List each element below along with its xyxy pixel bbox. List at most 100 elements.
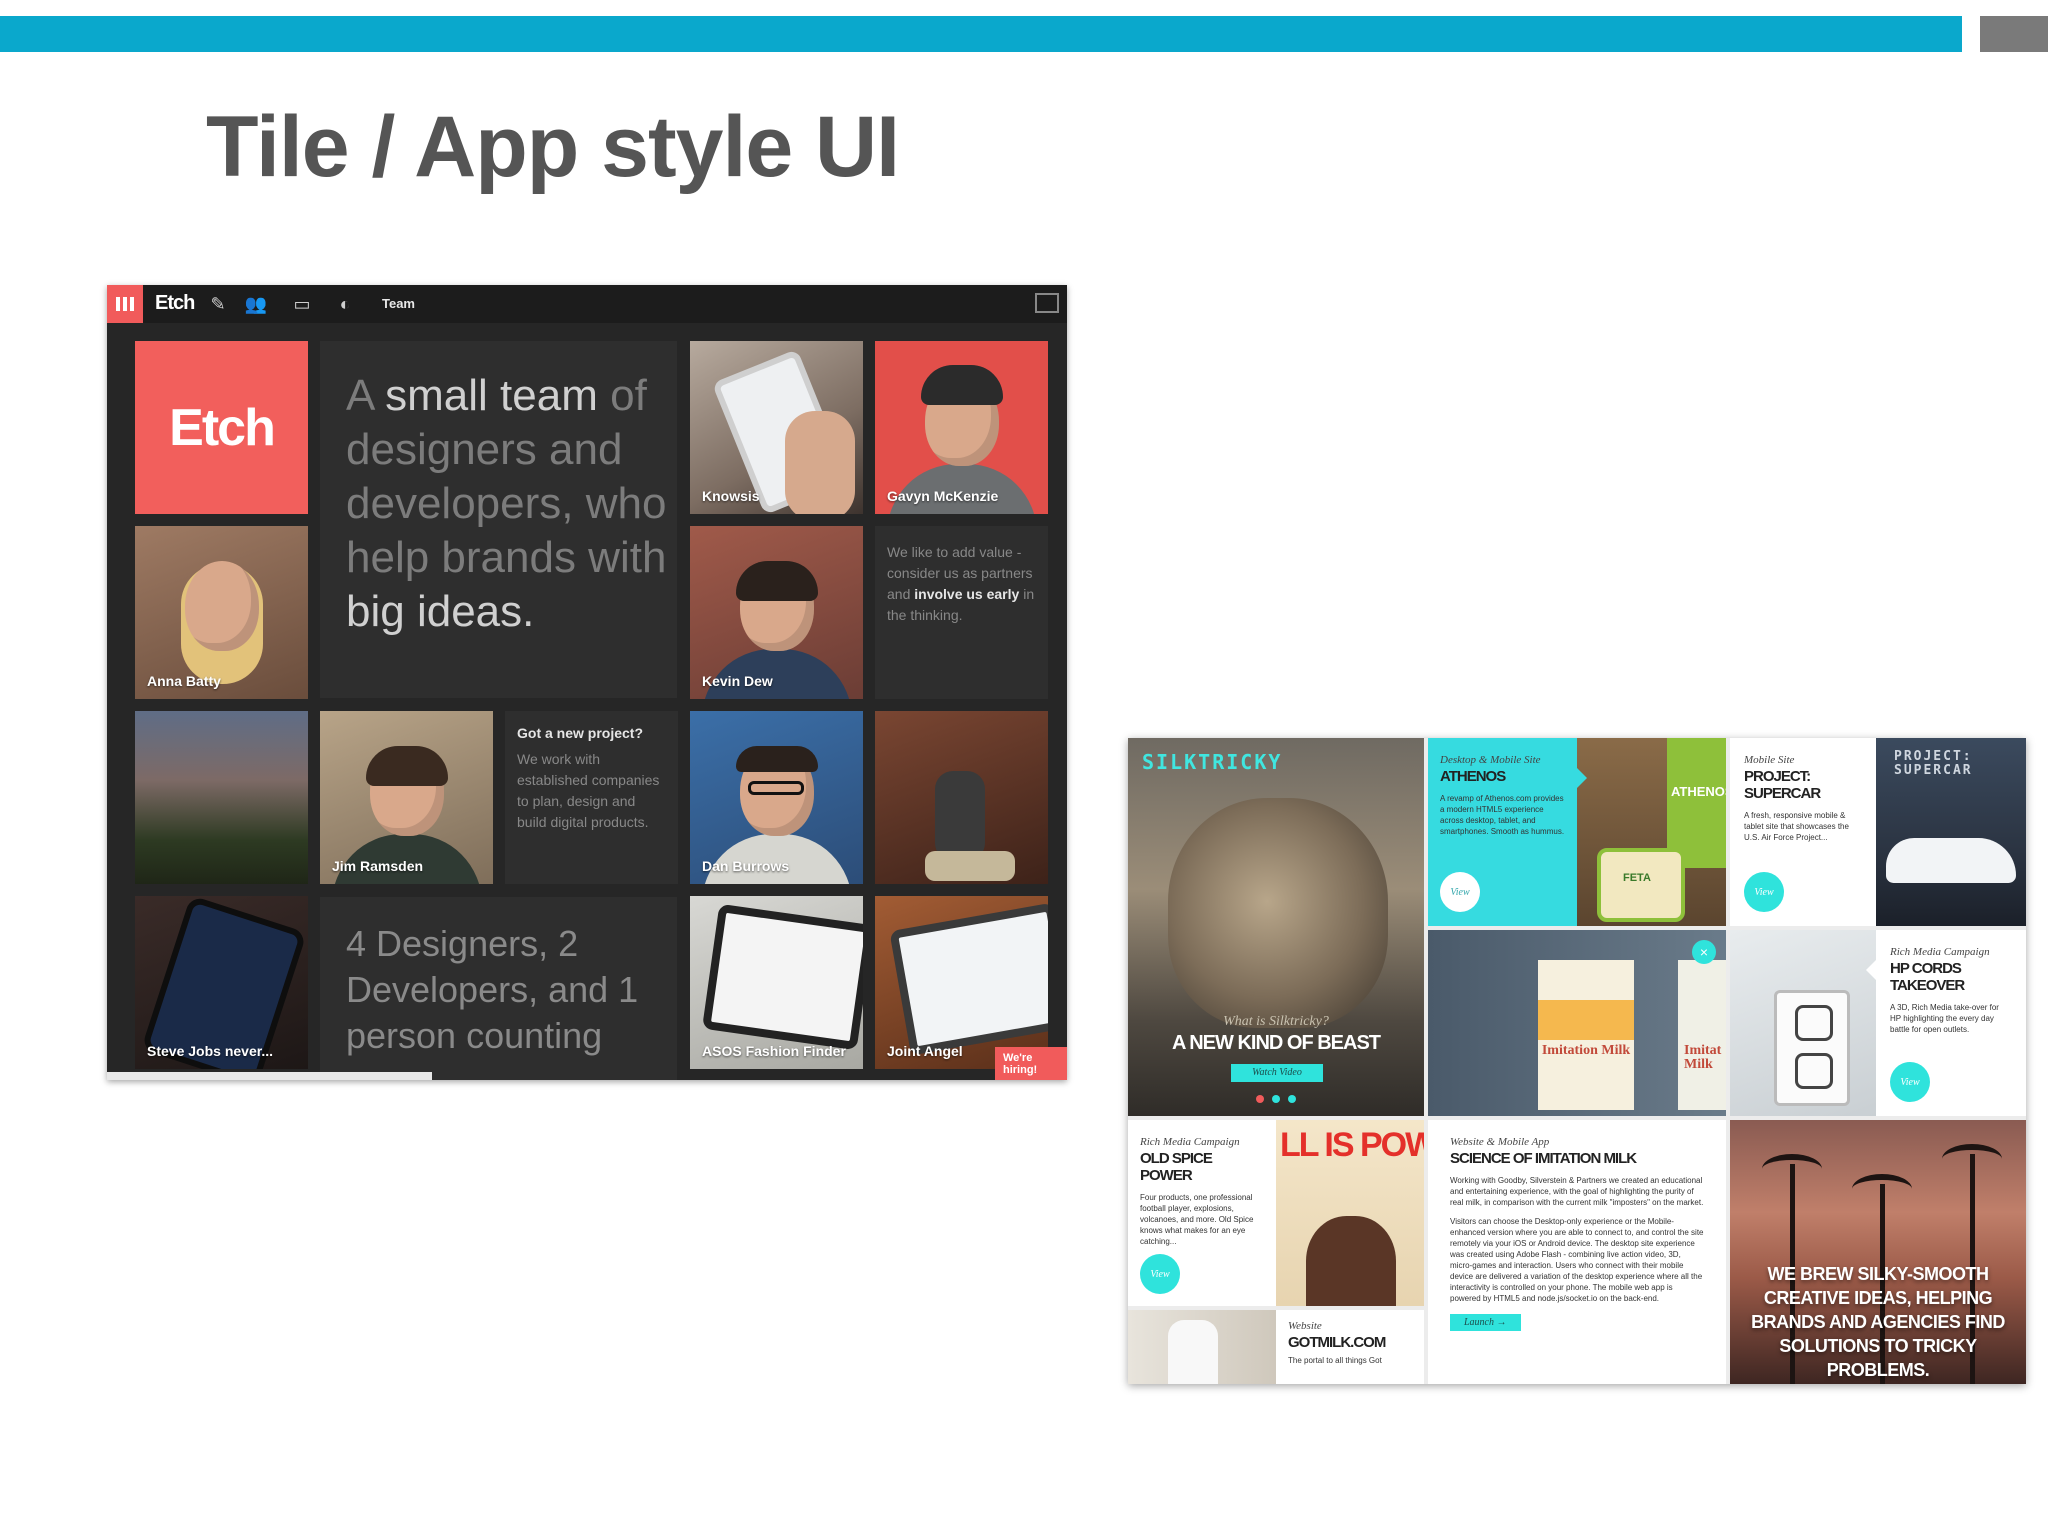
tile-caption: Anna Batty bbox=[147, 673, 221, 689]
slide-accent-bar-end bbox=[1980, 16, 2048, 52]
beast-headline: A NEW KIND OF BEAST bbox=[1171, 1032, 1381, 1054]
slide-accent-bar bbox=[0, 16, 1962, 52]
beast-question: What is Silktricky? bbox=[1223, 1014, 1329, 1029]
tile-steve-jobs[interactable]: Steve Jobs never... bbox=[135, 896, 308, 1069]
gotmilk-info-tile[interactable]: Website GOTMILK.COM The portal to all th… bbox=[1276, 1310, 1424, 1384]
tablet-image bbox=[701, 903, 863, 1051]
etch-navbar: Etch ✎ 👥 ▭ ◐ Team bbox=[107, 285, 1067, 323]
tile-caption: Kevin Dew bbox=[702, 673, 773, 689]
brew-tagline-tile: WE BREW SILKY-SMOOTH CREATIVE IDEAS, HEL… bbox=[1730, 1120, 2026, 1384]
menu-icon[interactable] bbox=[107, 285, 143, 323]
hp-label: Rich Media Campaign bbox=[1890, 946, 1990, 958]
project-text: We work with established companies to pl… bbox=[517, 751, 660, 830]
athenos-info-tile[interactable]: Desktop & Mobile Site ATHENOS A revamp o… bbox=[1428, 738, 1577, 926]
hp-cords-info-tile[interactable]: Rich Media Campaign HP CORDS TAKEOVER A … bbox=[1876, 930, 2026, 1116]
etch-logo: Etch bbox=[169, 398, 276, 457]
lion-wolf-image bbox=[1168, 798, 1388, 1028]
watch-video-button[interactable]: Watch Video bbox=[1231, 1064, 1323, 1082]
browser-status-bar bbox=[107, 1072, 432, 1080]
old-spice-image-tile: LL IS POW bbox=[1276, 1120, 1424, 1306]
athenos-image-tile: ATHENOS FETA bbox=[1577, 738, 1726, 926]
tile-anna[interactable]: Anna Batty bbox=[135, 526, 308, 699]
bulb-icon[interactable]: ◐ bbox=[332, 293, 358, 315]
hand-image bbox=[785, 411, 855, 514]
supercar-title: PROJECT: SUPERCAR bbox=[1744, 768, 1821, 802]
hiring-badge[interactable]: We're hiring! bbox=[995, 1047, 1067, 1080]
people-icon[interactable]: 👥 bbox=[243, 293, 269, 315]
old-spice-poster-text: LL IS POW bbox=[1280, 1126, 1424, 1164]
outlet-image bbox=[1774, 990, 1850, 1106]
hero-beast-tile[interactable]: SILKTRICKY What is Silktricky? A NEW KIN… bbox=[1128, 738, 1424, 1116]
team-count-tile: 4 Designers, 2 Developers, and 1 person … bbox=[320, 897, 677, 1080]
tile-landscape[interactable] bbox=[135, 711, 308, 884]
hp-title: HP CORDS TAKEOVER bbox=[1890, 960, 1965, 994]
supercar-info-tile[interactable]: Mobile Site PROJECT: SUPERCAR A fresh, r… bbox=[1730, 738, 1876, 926]
tile-caption: Knowsis bbox=[702, 488, 760, 504]
gotmilk-title: GOTMILK.COM bbox=[1288, 1334, 1386, 1351]
tile-gavyn[interactable]: Gavyn McKenzie bbox=[875, 341, 1048, 514]
supercar-text: A fresh, responsive mobile & tablet site… bbox=[1744, 811, 1849, 842]
etch-screenshot: Etch ✎ 👥 ▭ ◐ Team Etch A small team of d… bbox=[107, 285, 1067, 1080]
nav-team-link[interactable]: Team bbox=[382, 296, 415, 311]
tile-dan[interactable]: Dan Burrows bbox=[690, 711, 863, 884]
slide-title: Tile / App style UI bbox=[206, 99, 900, 195]
imitation-milk-cartons-tile[interactable]: Imitation Milk Imitat Milk × bbox=[1428, 930, 1726, 1116]
milk-carton-right: Imitat Milk bbox=[1678, 960, 1726, 1110]
tile-workspace[interactable] bbox=[875, 711, 1048, 884]
tile-knowsis[interactable]: Knowsis bbox=[690, 341, 863, 514]
athenos-view-button[interactable]: View bbox=[1440, 872, 1480, 912]
tile-caption: Dan Burrows bbox=[702, 858, 790, 874]
imitation-paragraph-2: Visitors can choose the Desktop-only exp… bbox=[1450, 1217, 1704, 1303]
imitation-milk-info-tile[interactable]: Website & Mobile App SCIENCE OF IMITATIO… bbox=[1428, 1120, 1726, 1384]
tile-caption: Joint Angel bbox=[887, 1043, 963, 1059]
work-icon[interactable]: ✎ bbox=[205, 293, 231, 315]
hp-view-button[interactable]: View bbox=[1890, 1062, 1930, 1102]
oldspice-title: OLD SPICE POWER bbox=[1140, 1150, 1213, 1184]
supercar-banner: PROJECT: SUPERCAR bbox=[1894, 749, 1973, 778]
gotmilk-label: Website bbox=[1288, 1320, 1322, 1332]
tile-caption: ASOS Fashion Finder bbox=[702, 1043, 846, 1059]
gotmilk-image-tile bbox=[1128, 1310, 1276, 1384]
tile-caption: Gavyn McKenzie bbox=[887, 488, 999, 504]
carousel-dots[interactable] bbox=[1128, 1090, 1424, 1108]
hp-text: A 3D, Rich Media take-over for HP highli… bbox=[1890, 1003, 1999, 1034]
close-icon[interactable]: × bbox=[1692, 940, 1716, 964]
tile-kevin[interactable]: Kevin Dew bbox=[690, 526, 863, 699]
feta-container-image: FETA bbox=[1597, 848, 1685, 922]
tile-joint-angel[interactable]: Joint Angel bbox=[875, 896, 1048, 1069]
team-count-text: 4 Designers, 2 Developers, and 1 person … bbox=[346, 923, 639, 1056]
terry-crews-image bbox=[1306, 1216, 1396, 1306]
person-face bbox=[184, 560, 259, 651]
glasses-image bbox=[748, 781, 804, 795]
etch-nav-logo[interactable]: Etch bbox=[155, 292, 195, 315]
tile-caption: Steve Jobs never... bbox=[147, 1043, 274, 1059]
imitation-paragraph-1: Working with Goodby, Silverstein & Partn… bbox=[1450, 1176, 1704, 1207]
tile-jim[interactable]: Jim Ramsden bbox=[320, 711, 493, 884]
car-image bbox=[1886, 838, 2016, 883]
oldspice-label: Rich Media Campaign bbox=[1140, 1136, 1240, 1148]
project-title: Got a new project? bbox=[517, 725, 644, 741]
old-spice-info-tile[interactable]: Rich Media Campaign OLD SPICE POWER Four… bbox=[1128, 1120, 1276, 1306]
silktricky-screenshot: SILKTRICKY What is Silktricky? A NEW KIN… bbox=[1128, 738, 2026, 1384]
silktricky-logo: SILKTRICKY bbox=[1142, 750, 1283, 774]
brew-tagline: WE BREW SILKY-SMOOTH CREATIVE IDEAS, HEL… bbox=[1751, 1264, 2005, 1380]
tile-new-project[interactable]: Got a new project? We work with establis… bbox=[505, 711, 678, 884]
supercar-view-button[interactable]: View bbox=[1744, 872, 1784, 912]
imitation-label: Website & Mobile App bbox=[1450, 1136, 1550, 1148]
milk-carton-left: Imitation Milk bbox=[1538, 960, 1634, 1110]
screen-icon[interactable]: ▭ bbox=[289, 293, 315, 315]
supercar-label: Mobile Site bbox=[1744, 754, 1795, 766]
tile-value-statement: We like to add value - consider us as pa… bbox=[875, 526, 1048, 699]
tile-asos[interactable]: ASOS Fashion Finder bbox=[690, 896, 863, 1069]
hp-outlet-image-tile bbox=[1730, 930, 1876, 1116]
tile-caption: Jim Ramsden bbox=[332, 858, 424, 874]
launch-button[interactable]: Launch → bbox=[1450, 1314, 1521, 1331]
etch-logo-tile[interactable]: Etch bbox=[135, 341, 308, 514]
intro-text: A small team of designers and developers… bbox=[346, 371, 667, 636]
supercar-image-tile: PROJECT: SUPERCAR bbox=[1876, 738, 2026, 926]
athenos-title: ATHENOS bbox=[1440, 768, 1506, 785]
contact-icon[interactable] bbox=[1035, 293, 1059, 313]
oldspice-view-button[interactable]: View bbox=[1140, 1254, 1180, 1294]
milk-bottle-image bbox=[1168, 1320, 1218, 1384]
value-text: We like to add value - consider us as pa… bbox=[887, 544, 1035, 623]
